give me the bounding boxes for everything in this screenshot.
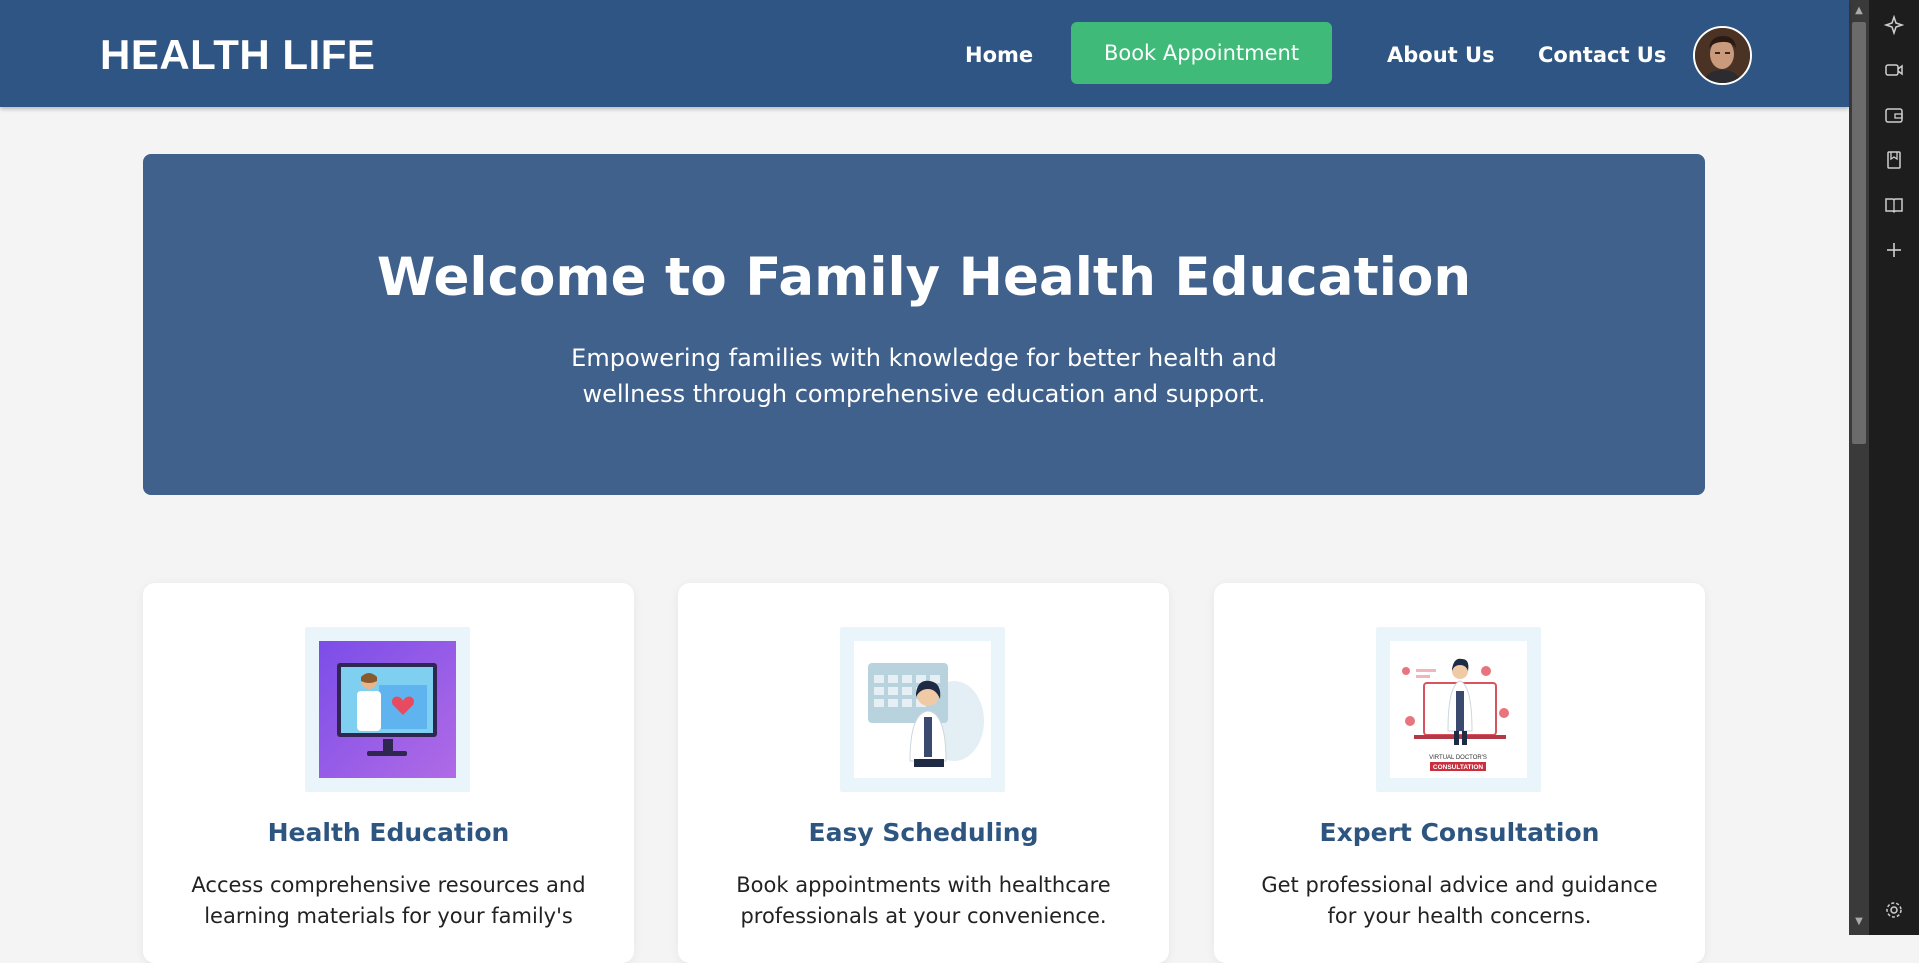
feature-card-expert-consultation[interactable]: VIRTUAL DOCTOR'S CONSULTATION Expert Con… bbox=[1214, 583, 1705, 963]
easy-scheduling-illustration bbox=[840, 627, 1005, 792]
feature-description: Get professional advice and guidance for… bbox=[1261, 873, 1658, 928]
feature-description: Access comprehensive resources and learn… bbox=[191, 873, 586, 928]
feature-description: Book appointments with healthcare profes… bbox=[736, 873, 1111, 928]
feature-title: Easy Scheduling bbox=[808, 818, 1039, 847]
settings-icon[interactable] bbox=[1882, 898, 1906, 922]
hero-subtitle: Empowering families with knowledge for b… bbox=[571, 344, 1277, 408]
video-icon[interactable] bbox=[1882, 58, 1906, 82]
hero-banner: Welcome to Family Health Education Empow… bbox=[143, 154, 1705, 495]
feature-card-health-education[interactable]: Health Education Access comprehensive re… bbox=[143, 583, 634, 963]
brand-logo[interactable]: HEALTH LIFE bbox=[100, 30, 375, 80]
scrollbar-thumb[interactable] bbox=[1852, 22, 1866, 444]
book-appointment-button[interactable]: Book Appointment bbox=[1071, 22, 1332, 84]
browser-side-panel bbox=[1869, 0, 1919, 935]
feature-title: Health Education bbox=[267, 818, 510, 847]
plus-icon[interactable] bbox=[1882, 238, 1906, 262]
nav-contact-link[interactable]: Contact Us bbox=[1538, 38, 1666, 72]
user-avatar[interactable] bbox=[1693, 26, 1752, 85]
feature-title: Expert Consultation bbox=[1319, 818, 1600, 847]
avatar-photo bbox=[1695, 28, 1750, 83]
scroll-down-arrow-icon[interactable]: ▼ bbox=[1852, 914, 1866, 930]
nav-home-link[interactable]: Home bbox=[965, 38, 1033, 72]
image-caption-line2: CONSULTATION bbox=[1433, 764, 1483, 771]
health-education-illustration bbox=[305, 627, 470, 792]
image-caption-line1: VIRTUAL DOCTOR'S bbox=[1429, 755, 1487, 761]
wallet-icon[interactable] bbox=[1882, 103, 1906, 127]
feature-card-easy-scheduling[interactable]: Easy Scheduling Book appointments with h… bbox=[678, 583, 1169, 963]
reader-icon[interactable] bbox=[1882, 193, 1906, 217]
bookmark-icon[interactable] bbox=[1882, 148, 1906, 172]
top-navbar: HEALTH LIFE Home Book Appointment About … bbox=[0, 0, 1849, 107]
hero-title: Welcome to Family Health Education bbox=[376, 247, 1472, 308]
scroll-up-arrow-icon[interactable]: ▲ bbox=[1852, 3, 1866, 19]
expert-consultation-illustration: VIRTUAL DOCTOR'S CONSULTATION bbox=[1376, 627, 1541, 792]
sparkle-icon[interactable] bbox=[1882, 13, 1906, 37]
nav-about-link[interactable]: About Us bbox=[1387, 38, 1495, 72]
